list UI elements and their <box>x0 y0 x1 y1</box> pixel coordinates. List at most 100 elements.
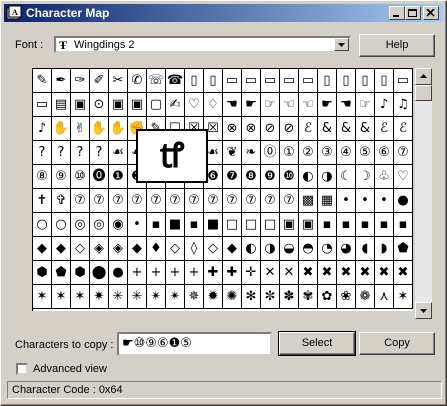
character-cell[interactable]: ✐ <box>90 69 109 93</box>
character-cell[interactable]: ♦ <box>147 237 166 261</box>
character-cell[interactable]: ♢ <box>204 93 223 117</box>
character-cell[interactable]: ✎ <box>33 69 52 93</box>
character-cell[interactable]: ◆ <box>128 237 147 261</box>
character-cell[interactable]: ❽ <box>242 165 261 189</box>
character-cell[interactable]: ✖ <box>394 261 413 285</box>
character-cell[interactable]: ◇ <box>204 237 223 261</box>
character-cell[interactable]: ◈ <box>109 237 128 261</box>
character-cell[interactable]: ● <box>394 189 413 213</box>
character-cell[interactable]: ✚ <box>223 261 242 285</box>
character-cell[interactable]: ☜ <box>299 93 318 117</box>
character-cell[interactable]: ▭ <box>299 69 318 93</box>
character-cell[interactable]: ▪ <box>337 213 356 237</box>
character-cell[interactable]: ☎ <box>166 69 185 93</box>
character-cell[interactable]: ✖ <box>299 261 318 285</box>
character-cell[interactable]: ⑦ <box>280 189 299 213</box>
character-cell[interactable]: ☜ <box>280 93 299 117</box>
character-cell[interactable]: ⑨ <box>52 165 71 189</box>
character-cell[interactable]: & <box>356 117 375 141</box>
character-cell[interactable]: ◖ <box>356 237 375 261</box>
character-cell[interactable]: • <box>375 189 394 213</box>
font-dropdown-button[interactable] <box>334 38 349 51</box>
character-cell[interactable]: ⬢ <box>33 261 52 285</box>
title-bar[interactable]: A Character Map <box>4 4 443 22</box>
character-cell[interactable]: ☚ <box>337 93 356 117</box>
character-cell[interactable]: ☚ <box>223 93 242 117</box>
character-grid[interactable]: ✎ ✒ ✑ ✐ ✂ ✆ ☏ ☎ ▯ ▯ ▭ ▭ ▭ ▭ ▭ ▯ ▯ ▯ ▯ ▭ ▭ ▤ ▣ ⊙ ▣ ▣ ▢ ✍ ♡ ♢ ☚ ☛ ☞ ☜ ☜ ☛ ☚ ☞ ♪ ♫… <box>32 68 413 311</box>
character-cell[interactable]: ⑦ <box>90 189 109 213</box>
character-cell[interactable]: ✖ <box>356 261 375 285</box>
character-cell[interactable]: ◊ <box>185 237 204 261</box>
character-cell[interactable]: ♡ <box>185 93 204 117</box>
copy-button[interactable]: Copy <box>359 332 435 355</box>
scroll-thumb[interactable] <box>415 85 432 101</box>
character-cell[interactable]: ▭ <box>242 69 261 93</box>
character-cell[interactable]: ❼ <box>223 165 242 189</box>
character-cell[interactable]: ○ <box>33 213 52 237</box>
character-cell[interactable]: ✂ <box>109 69 128 93</box>
character-cell[interactable]: ▣ <box>299 213 318 237</box>
character-cell[interactable]: ☞ <box>261 93 280 117</box>
character-cell[interactable]: ☙ <box>109 141 128 165</box>
character-cell[interactable]: + <box>185 261 204 285</box>
character-cell[interactable]: ◑ <box>318 165 337 189</box>
character-cell[interactable]: ✼ <box>261 285 280 309</box>
character-cell[interactable]: ▪ <box>147 213 166 237</box>
character-cell[interactable]: ▯ <box>356 69 375 93</box>
character-cell[interactable]: ▯ <box>318 69 337 93</box>
character-cell[interactable]: ✋ <box>90 117 109 141</box>
character-cell[interactable]: ⬟ <box>52 261 71 285</box>
character-cell[interactable]: ▤ <box>52 93 71 117</box>
character-cell[interactable]: ✶ <box>52 285 71 309</box>
character-cell[interactable]: • <box>128 213 147 237</box>
character-cell[interactable]: ❀ <box>337 285 356 309</box>
character-cell[interactable]: ◔ <box>318 237 337 261</box>
character-cell[interactable]: ℰ <box>394 117 413 141</box>
character-cell[interactable]: ▭ <box>261 69 280 93</box>
character-cell[interactable]: ⊘ <box>261 117 280 141</box>
character-cell[interactable]: ℰ <box>299 117 318 141</box>
character-cell[interactable]: ▪ <box>185 213 204 237</box>
character-cell[interactable]: ▣ <box>71 93 90 117</box>
character-cell[interactable]: □ <box>223 213 242 237</box>
character-cell[interactable]: ▦ <box>318 189 337 213</box>
character-cell[interactable]: + <box>147 261 166 285</box>
character-cell[interactable]: ◑ <box>261 237 280 261</box>
minimize-button[interactable] <box>389 6 405 20</box>
character-cell[interactable]: ⬟ <box>394 237 413 261</box>
character-cell[interactable]: ◆ <box>223 237 242 261</box>
character-cell[interactable]: ⋏ <box>375 285 394 309</box>
character-cell[interactable]: + <box>166 261 185 285</box>
character-cell[interactable]: ❿ <box>280 165 299 189</box>
character-cell[interactable]: ◓ <box>299 237 318 261</box>
character-cell[interactable]: ▪ <box>318 213 337 237</box>
character-cell[interactable]: ⑦ <box>394 141 413 165</box>
character-cell[interactable]: ✍ <box>166 93 185 117</box>
character-cell[interactable]: ⑦ <box>242 189 261 213</box>
character-cell[interactable]: ✑ <box>71 69 90 93</box>
character-cell[interactable]: ✖ <box>318 261 337 285</box>
character-cell[interactable]: ○ <box>52 213 71 237</box>
character-cell[interactable]: ▯ <box>185 69 204 93</box>
character-cell[interactable]: ⬢ <box>71 261 90 285</box>
character-cell[interactable]: ① <box>280 141 299 165</box>
character-cell[interactable]: ☛ <box>242 93 261 117</box>
character-cell[interactable]: ▢ <box>147 93 166 117</box>
maximize-button[interactable] <box>405 6 421 20</box>
character-cell[interactable]: ☞ <box>356 93 375 117</box>
character-cell[interactable]: ◎ <box>71 213 90 237</box>
character-cell[interactable]: ✴ <box>166 285 185 309</box>
character-cell[interactable]: ◇ <box>166 237 185 261</box>
character-cell[interactable]: ♪ <box>375 93 394 117</box>
character-cell[interactable]: ▣ <box>109 93 128 117</box>
character-cell[interactable]: ④ <box>337 141 356 165</box>
character-cell[interactable]: ☏ <box>147 69 166 93</box>
character-cell[interactable]: ℰ <box>375 117 394 141</box>
character-cell[interactable]: ✷ <box>90 285 109 309</box>
character-cell[interactable]: ✞ <box>52 189 71 213</box>
character-cell[interactable]: ▪ <box>375 213 394 237</box>
character-cell[interactable]: ✆ <box>128 69 147 93</box>
character-cell[interactable]: ♧ <box>375 165 394 189</box>
character-cell[interactable]: ⑥ <box>375 141 394 165</box>
help-button[interactable]: Help <box>359 34 435 57</box>
